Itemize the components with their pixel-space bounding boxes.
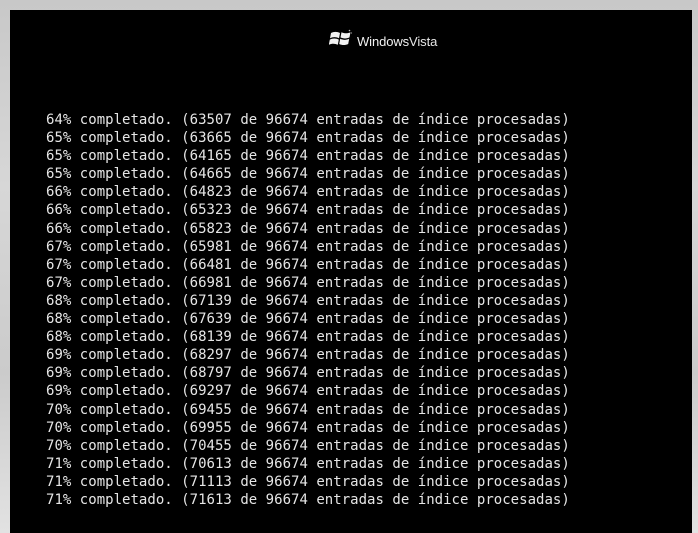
- console-line: 69% completado. (68297 de 96674 entradas…: [46, 347, 570, 364]
- logo-wordmark: WindowsVista: [357, 35, 437, 48]
- outer-frame: WindowsVista 64% completado. (63507 de 9…: [0, 0, 698, 533]
- console-line: 66% completado. (64823 de 96674 entradas…: [46, 184, 570, 201]
- console-line: 65% completado. (64665 de 96674 entradas…: [46, 166, 570, 183]
- console-line: 68% completado. (68139 de 96674 entradas…: [46, 329, 570, 346]
- console-line: 67% completado. (65981 de 96674 entradas…: [46, 238, 570, 255]
- console-output: 64% completado. (63507 de 96674 entradas…: [46, 111, 570, 509]
- console-line: 67% completado. (66981 de 96674 entradas…: [46, 274, 570, 291]
- console-line: 66% completado. (65823 de 96674 entradas…: [46, 220, 570, 237]
- windows-vista-logo: WindowsVista: [329, 28, 437, 50]
- console-line: 71% completado. (70613 de 96674 entradas…: [46, 455, 570, 472]
- console-line: 69% completado. (69297 de 96674 entradas…: [46, 383, 570, 400]
- console-line: 65% completado. (63665 de 96674 entradas…: [46, 130, 570, 147]
- console-line: 69% completado. (68797 de 96674 entradas…: [46, 365, 570, 382]
- windows-flag-icon: [329, 28, 353, 50]
- console-line: 64% completado. (63507 de 96674 entradas…: [46, 112, 570, 128]
- console-line: 71% completado. (71113 de 96674 entradas…: [46, 473, 570, 490]
- logo-word-vista: Vista: [409, 33, 438, 49]
- console-line: 68% completado. (67139 de 96674 entradas…: [46, 292, 570, 309]
- console-line: 71% completado. (71613 de 96674 entradas…: [46, 491, 570, 508]
- console-line: 70% completado. (69455 de 96674 entradas…: [46, 401, 570, 418]
- console-line: 68% completado. (67639 de 96674 entradas…: [46, 311, 570, 328]
- boot-console-screen: WindowsVista 64% completado. (63507 de 9…: [10, 10, 692, 533]
- console-line: 65% completado. (64165 de 96674 entradas…: [46, 148, 570, 165]
- logo-word-windows: Windows: [357, 33, 410, 49]
- console-line: 66% completado. (65323 de 96674 entradas…: [46, 202, 570, 219]
- console-line: 70% completado. (70455 de 96674 entradas…: [46, 437, 570, 454]
- console-line: 70% completado. (69955 de 96674 entradas…: [46, 419, 570, 436]
- console-line: 67% completado. (66481 de 96674 entradas…: [46, 256, 570, 273]
